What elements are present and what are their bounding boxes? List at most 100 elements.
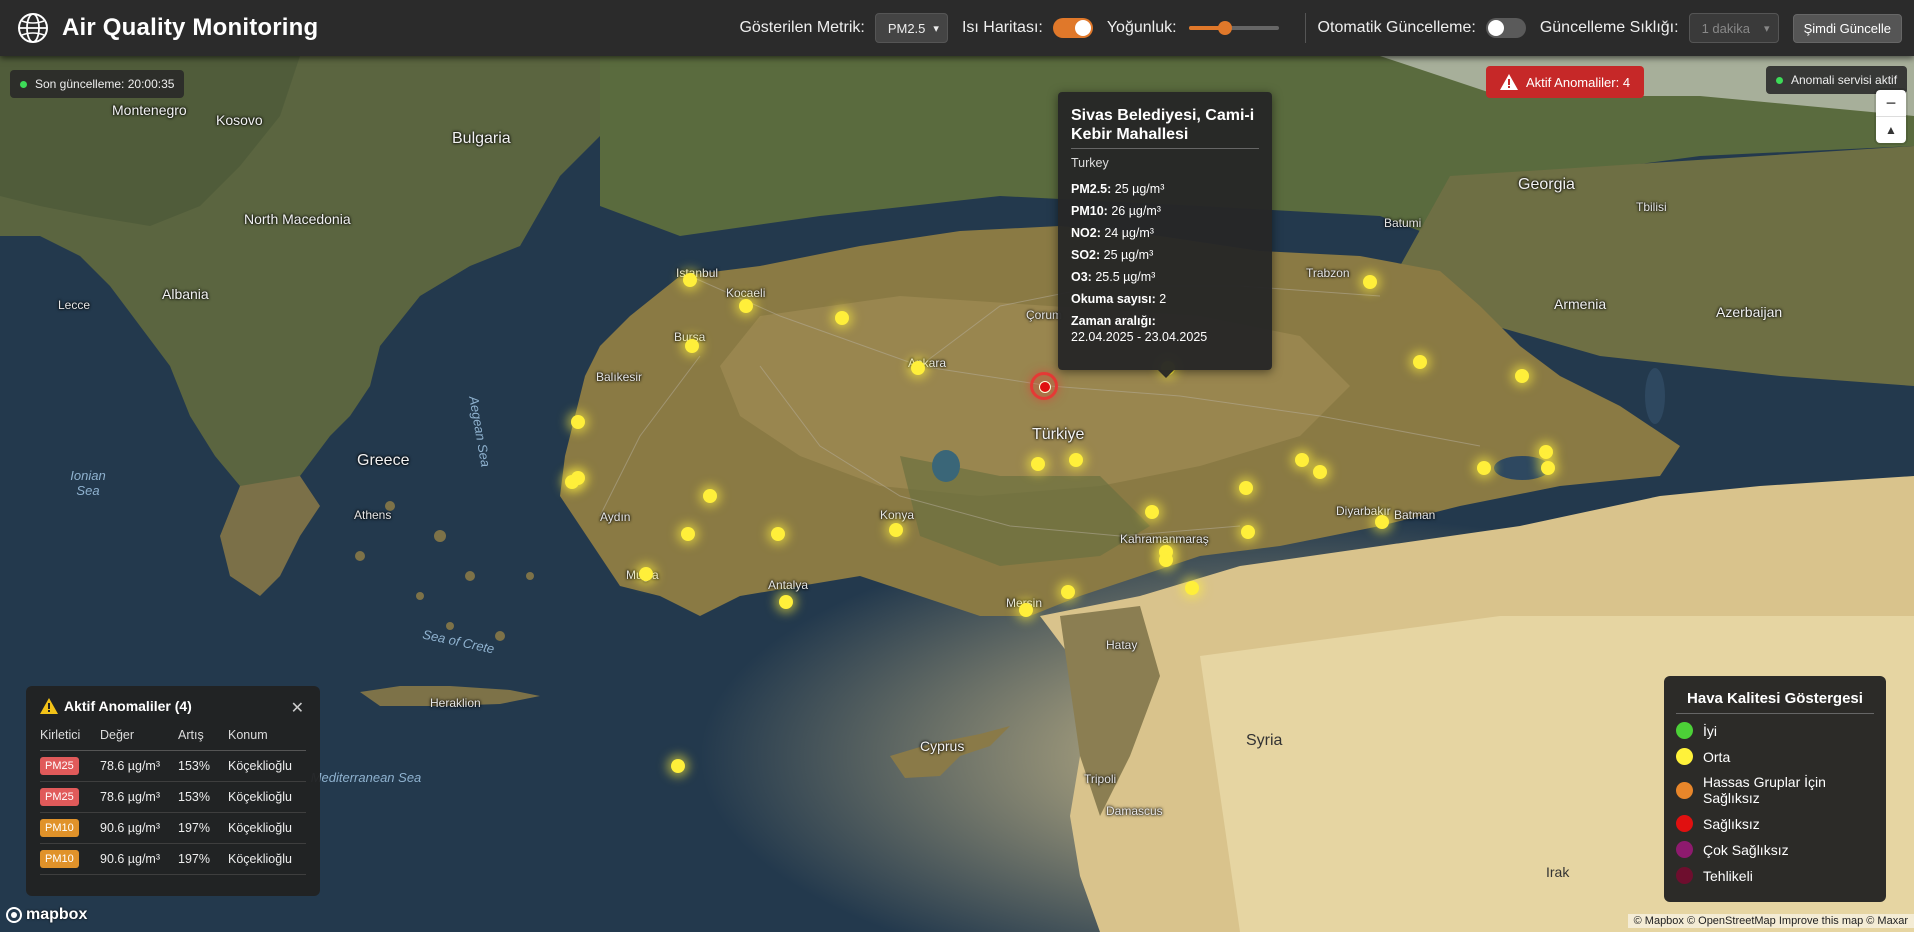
toolbar: Gösterilen Metrik: PM2.5 ▾ Isı Haritası:… xyxy=(739,0,1902,56)
station-marker[interactable] xyxy=(835,311,849,325)
country-label: Türkiye xyxy=(1032,426,1085,443)
table-row[interactable]: PM10 90.6 µg/m³ 197% Köçeklioğlu xyxy=(40,843,306,875)
anomaly-service-text: Anomali servisi aktif xyxy=(1791,73,1898,87)
sea-label: Ionian Sea xyxy=(70,468,106,498)
popup-row: PM10: 26 µg/m³ xyxy=(1071,204,1161,218)
location-cell: Köçeklioğlu xyxy=(228,781,306,813)
legend-item: Çok Sağlıksız xyxy=(1676,841,1874,858)
station-marker[interactable] xyxy=(565,475,579,489)
density-slider[interactable] xyxy=(1188,21,1279,35)
station-marker[interactable] xyxy=(739,299,753,313)
station-marker[interactable] xyxy=(1019,603,1033,617)
station-marker[interactable] xyxy=(889,523,903,537)
popup-row: O3: 25.5 µg/m³ xyxy=(1071,270,1156,284)
legend-label: Hassas Gruplar İçin Sağlıksız xyxy=(1703,774,1826,806)
aqi-legend: Hava Kalitesi Göstergesi İyi Orta Hassas G… xyxy=(1664,676,1886,902)
station-marker[interactable] xyxy=(1031,457,1045,471)
frequency-label: Güncelleme Sıklığı: xyxy=(1539,19,1679,36)
country-label: Cyprus xyxy=(920,738,965,754)
country-label: Azerbaijan xyxy=(1716,304,1783,320)
station-marker[interactable] xyxy=(681,527,695,541)
status-dot-icon xyxy=(1776,76,1783,84)
station-marker[interactable] xyxy=(571,415,585,429)
heatmap-toggle[interactable] xyxy=(1052,18,1093,38)
mapbox-logo[interactable]: mapbox xyxy=(6,906,87,924)
popup-range-label: Zaman aralığı: xyxy=(1071,314,1156,328)
legend-swatch xyxy=(1676,781,1693,799)
station-marker[interactable] xyxy=(1061,585,1075,599)
top-bar: Air Quality Monitoring Gösterilen Metrik… xyxy=(0,0,1914,56)
city-label: Athens xyxy=(354,508,392,522)
city-label: Batman xyxy=(1394,508,1436,522)
station-marker[interactable] xyxy=(771,527,785,541)
metric-label: Gösterilen Metrik: xyxy=(739,19,865,36)
station-marker[interactable] xyxy=(1313,465,1327,479)
city-label: Tripoli xyxy=(1084,772,1117,786)
country-label: Syria xyxy=(1246,732,1283,749)
zoom-out-button[interactable]: − xyxy=(1876,90,1906,117)
popup-row: NO2: 24 µg/m³ xyxy=(1071,226,1154,240)
metric-select-value: PM2.5 xyxy=(887,20,926,36)
station-marker[interactable] xyxy=(1145,505,1159,519)
auto-update-toggle[interactable] xyxy=(1485,18,1526,38)
slider-thumb[interactable] xyxy=(1217,21,1232,35)
legend-label: Orta xyxy=(1703,748,1731,765)
warning-icon xyxy=(1500,74,1518,90)
station-marker[interactable] xyxy=(1413,355,1427,369)
close-icon[interactable]: ✕ xyxy=(291,698,304,718)
last-update-text: Son güncelleme: 20:00:35 xyxy=(35,77,175,91)
pollutant-badge: PM10 xyxy=(40,819,79,837)
station-marker[interactable] xyxy=(1069,453,1083,467)
country-label: Georgia xyxy=(1518,176,1575,193)
station-marker[interactable] xyxy=(1159,553,1173,567)
value-cell: 90.6 µg/m³ xyxy=(100,812,178,844)
station-marker[interactable] xyxy=(1515,369,1529,383)
anomaly-alert-badge[interactable]: Aktif Anomaliler: 4 xyxy=(1486,66,1644,98)
table-row[interactable]: PM10 90.6 µg/m³ 197% Köçeklioğlu xyxy=(40,812,306,844)
station-marker[interactable] xyxy=(671,759,685,773)
frequency-select-value: 1 dakika xyxy=(1701,20,1750,36)
station-marker[interactable] xyxy=(779,595,793,609)
frequency-select[interactable]: 1 dakika ▾ xyxy=(1688,13,1779,43)
station-marker[interactable] xyxy=(1477,461,1491,475)
chevron-down-icon: ▾ xyxy=(933,22,939,35)
station-marker[interactable] xyxy=(1295,453,1309,467)
globe-icon xyxy=(18,13,48,43)
station-marker[interactable] xyxy=(1241,525,1255,539)
update-now-button[interactable]: Şimdi Güncelle xyxy=(1792,13,1902,43)
station-marker[interactable] xyxy=(1363,275,1377,289)
station-marker[interactable] xyxy=(683,273,697,287)
app-title: Air Quality Monitoring xyxy=(62,14,319,41)
column-header: Konum xyxy=(228,728,306,751)
country-label: Bulgaria xyxy=(452,130,511,147)
compass-button[interactable]: ▲ xyxy=(1876,117,1906,143)
pollutant-cell: PM10 xyxy=(40,843,100,875)
legend-swatch xyxy=(1676,867,1693,884)
station-marker[interactable] xyxy=(639,567,653,581)
station-marker[interactable] xyxy=(703,489,717,503)
station-marker[interactable] xyxy=(1185,581,1199,595)
station-marker[interactable] xyxy=(1375,515,1389,529)
station-marker[interactable] xyxy=(911,361,925,375)
metric-select[interactable]: PM2.5 ▾ xyxy=(874,13,948,43)
city-label: Heraklion xyxy=(430,696,481,710)
station-marker[interactable] xyxy=(1239,481,1253,495)
legend-item: Hassas Gruplar İçin Sağlıksız xyxy=(1676,774,1874,806)
station-popup: Sivas Belediyesi, Cami-i Kebir Mahallesi… xyxy=(1058,92,1272,378)
legend-swatch xyxy=(1676,748,1693,765)
map-navigation-control: − ▲ xyxy=(1876,90,1906,143)
map-attribution[interactable]: © Mapbox © OpenStreetMap Improve this ma… xyxy=(1627,914,1914,928)
mapbox-icon xyxy=(6,907,22,923)
station-marker[interactable] xyxy=(685,339,699,353)
column-header: Değer xyxy=(100,728,178,751)
station-marker[interactable] xyxy=(1541,461,1555,475)
anomaly-marker[interactable] xyxy=(1030,372,1058,400)
table-row[interactable]: PM25 78.6 µg/m³ 153% Köçeklioğlu xyxy=(40,781,306,813)
city-label: Trabzon xyxy=(1306,266,1350,280)
pollutant-cell: PM10 xyxy=(40,812,100,844)
station-marker[interactable] xyxy=(1539,445,1553,459)
city-label: Batumi xyxy=(1384,216,1422,230)
table-row[interactable]: PM25 78.6 µg/m³ 153% Köçeklioğlu xyxy=(40,750,306,782)
location-cell: Köçeklioğlu xyxy=(228,812,306,844)
legend-label: Sağlıksız xyxy=(1703,815,1760,832)
